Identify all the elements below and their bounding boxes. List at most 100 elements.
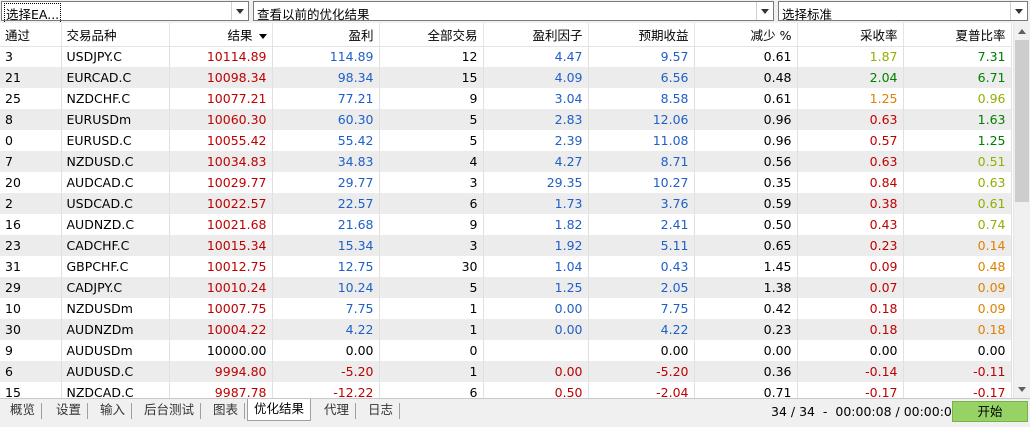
tab-agents[interactable]: 代理 — [318, 403, 357, 419]
cell-pass: 8 — [0, 109, 62, 130]
cell-result: 10022.57 — [169, 193, 273, 214]
cell-sharpe-ratio: 0.74 — [903, 214, 1012, 235]
table-row[interactable]: 9 AUDUSDm 10000.00 0.00 0 0.00 0.00 0.00 0.00 — [0, 340, 1012, 361]
cell-result: 10000.00 — [169, 340, 273, 361]
cell-symbol: AUDUSDm — [61, 340, 170, 361]
cell-profit: 34.83 — [272, 151, 380, 172]
cell-profit: 15.34 — [272, 235, 380, 256]
start-button[interactable]: 开始 — [952, 401, 1028, 422]
col-header-trades[interactable]: 全部交易 — [379, 23, 484, 47]
scroll-up-arrow-icon[interactable] — [1014, 23, 1030, 40]
cell-recovery-factor: 0.43 — [797, 214, 904, 235]
table-row[interactable]: 2 USDCAD.C 10022.57 22.57 6 1.73 3.76 0.59 0.38 0… — [0, 193, 1012, 214]
table-row[interactable]: 23 CADCHF.C 10015.34 15.34 3 1.92 5.11 0.65 0.23… — [0, 235, 1012, 256]
cell-profit-factor — [483, 340, 589, 361]
col-header-profit[interactable]: 盈利 — [272, 23, 380, 47]
cell-trades: 6 — [379, 193, 484, 214]
table-row[interactable]: 29 CADJPY.C 10010.24 10.24 5 1.25 2.05 1.38 0.07… — [0, 277, 1012, 298]
cell-recovery-factor: -0.17 — [797, 382, 904, 398]
tab-inputs[interactable]: 输入 — [94, 403, 133, 419]
cell-recovery-factor: 0.63 — [797, 109, 904, 130]
cell-trades: 9 — [379, 88, 484, 109]
progress-count: 34 / 34 — [771, 404, 815, 419]
cell-symbol: EURUSDm — [61, 109, 170, 130]
cell-profit-factor: 0.50 — [483, 382, 589, 398]
cell-result: 10098.34 — [169, 67, 273, 88]
cell-profit-factor: 2.83 — [483, 109, 589, 130]
table-row[interactable]: 15 NZDCAD.C 9987.78 -12.22 6 0.50 -2.04 0.71 -0.… — [0, 382, 1012, 398]
cell-expected-payoff: 7.75 — [588, 298, 695, 319]
tab-overview[interactable]: 概览 — [4, 403, 43, 419]
cell-expected-payoff: 4.22 — [588, 319, 695, 340]
col-header-expected-payoff[interactable]: 预期收益 — [588, 23, 695, 47]
table-row[interactable]: 8 EURUSDm 10060.30 60.30 5 2.83 12.06 0.96 0.63 1… — [0, 109, 1012, 130]
scrollbar-thumb[interactable] — [1015, 40, 1029, 202]
scroll-down-arrow-icon[interactable] — [1014, 381, 1030, 398]
table-row[interactable]: 3 USDJPY.C 10114.89 114.89 12 4.47 9.57 0.61 1.8… — [0, 46, 1012, 67]
cell-pass: 9 — [0, 340, 62, 361]
table-row[interactable]: 7 NZDUSD.C 10034.83 34.83 4 4.27 8.71 0.56 0.63 0… — [0, 151, 1012, 172]
tab-journal[interactable]: 日志 — [362, 403, 401, 419]
cell-profit: 77.21 — [272, 88, 380, 109]
col-header-pass[interactable]: 通过 — [0, 23, 62, 47]
cell-symbol: NZDUSDm — [61, 298, 170, 319]
cell-drawdown: 0.48 — [694, 67, 798, 88]
cell-profit-factor: 1.92 — [483, 235, 589, 256]
status-progress: 34 / 34 - 00:00:08 / 00:00:08 — [771, 404, 960, 419]
table-row[interactable]: 25 NZDCHF.C 10077.21 77.21 9 3.04 8.58 0.61 1.25… — [0, 88, 1012, 109]
col-header-symbol[interactable]: 交易品种 — [61, 23, 170, 47]
table-row[interactable]: 30 AUDNZDm 10004.22 4.22 1 0.00 4.22 0.23 0.18 0.… — [0, 319, 1012, 340]
cell-drawdown: 0.61 — [694, 46, 798, 67]
col-header-profit-factor[interactable]: 盈利因子 — [483, 23, 589, 47]
cell-sharpe-ratio: 0.09 — [903, 298, 1012, 319]
cell-recovery-factor: 0.57 — [797, 130, 904, 151]
tab-settings[interactable]: 设置 — [50, 403, 89, 419]
chevron-down-icon[interactable] — [231, 2, 248, 20]
chevron-down-icon[interactable] — [1010, 2, 1027, 20]
cell-profit: 7.75 — [272, 298, 380, 319]
table-row[interactable]: 10 NZDUSDm 10007.75 7.75 1 0.00 7.75 0.42 0.18 0.… — [0, 298, 1012, 319]
table-row[interactable]: 21 EURCAD.C 10098.34 98.34 15 4.09 6.56 0.48 2.0… — [0, 67, 1012, 88]
cell-sharpe-ratio: 0.96 — [903, 88, 1012, 109]
table-row[interactable]: 6 AUDUSD.C 9994.80 -5.20 1 0.00 -5.20 0.36 -0.14… — [0, 361, 1012, 382]
cell-profit: 55.42 — [272, 130, 380, 151]
cell-trades: 9 — [379, 214, 484, 235]
cell-result: 10055.42 — [169, 130, 273, 151]
cell-profit-factor: 4.47 — [483, 46, 589, 67]
table-row[interactable]: 0 EURUSD.C 10055.42 55.42 5 2.39 11.08 0.96 0.57… — [0, 130, 1012, 151]
cell-recovery-factor: 1.87 — [797, 46, 904, 67]
col-header-drawdown[interactable]: 减少 % — [694, 23, 798, 47]
cell-profit: 0.00 — [272, 340, 380, 361]
cell-pass: 29 — [0, 277, 62, 298]
table-row[interactable]: 16 AUDNZD.C 10021.68 21.68 9 1.82 2.41 0.50 0.43… — [0, 214, 1012, 235]
tab-graph[interactable]: 图表 — [207, 403, 246, 419]
col-header-recovery-factor[interactable]: 采收率 — [797, 23, 904, 47]
table-row[interactable]: 20 AUDCAD.C 10029.77 29.77 3 29.35 10.27 0.35 0.… — [0, 172, 1012, 193]
cell-result: 10029.77 — [169, 172, 273, 193]
cell-symbol: GBPCHF.C — [61, 256, 170, 277]
cell-profit: 4.22 — [272, 319, 380, 340]
cell-expected-payoff: 8.58 — [588, 88, 695, 109]
cell-drawdown: 0.35 — [694, 172, 798, 193]
cell-symbol: AUDNZD.C — [61, 214, 170, 235]
cell-pass: 2 — [0, 193, 62, 214]
ea-select[interactable]: 选择EA... — [1, 1, 249, 24]
tab-optimization-results[interactable]: 优化结果 — [247, 399, 312, 421]
col-header-sharpe-ratio[interactable]: 夏普比率 — [903, 23, 1012, 47]
cell-symbol: NZDCAD.C — [61, 382, 170, 398]
cell-drawdown: 0.65 — [694, 235, 798, 256]
col-header-result[interactable]: 结果 — [169, 23, 273, 47]
vertical-scrollbar[interactable] — [1013, 23, 1030, 398]
cell-pass: 0 — [0, 130, 62, 151]
chevron-down-icon[interactable] — [756, 2, 773, 20]
cell-profit: -12.22 — [272, 382, 380, 398]
history-select[interactable]: 查看以前的优化结果 — [253, 1, 774, 22]
tab-backtest[interactable]: 后台测试 — [138, 403, 202, 419]
cell-drawdown: 0.50 — [694, 214, 798, 235]
cell-symbol: USDCAD.C — [61, 193, 170, 214]
cell-trades: 1 — [379, 361, 484, 382]
cell-drawdown: 0.56 — [694, 151, 798, 172]
table-row[interactable]: 31 GBPCHF.C 10012.75 12.75 30 1.04 0.43 1.45 0.0… — [0, 256, 1012, 277]
cell-recovery-factor: 0.63 — [797, 151, 904, 172]
criteria-select[interactable]: 选择标准 — [778, 1, 1028, 22]
